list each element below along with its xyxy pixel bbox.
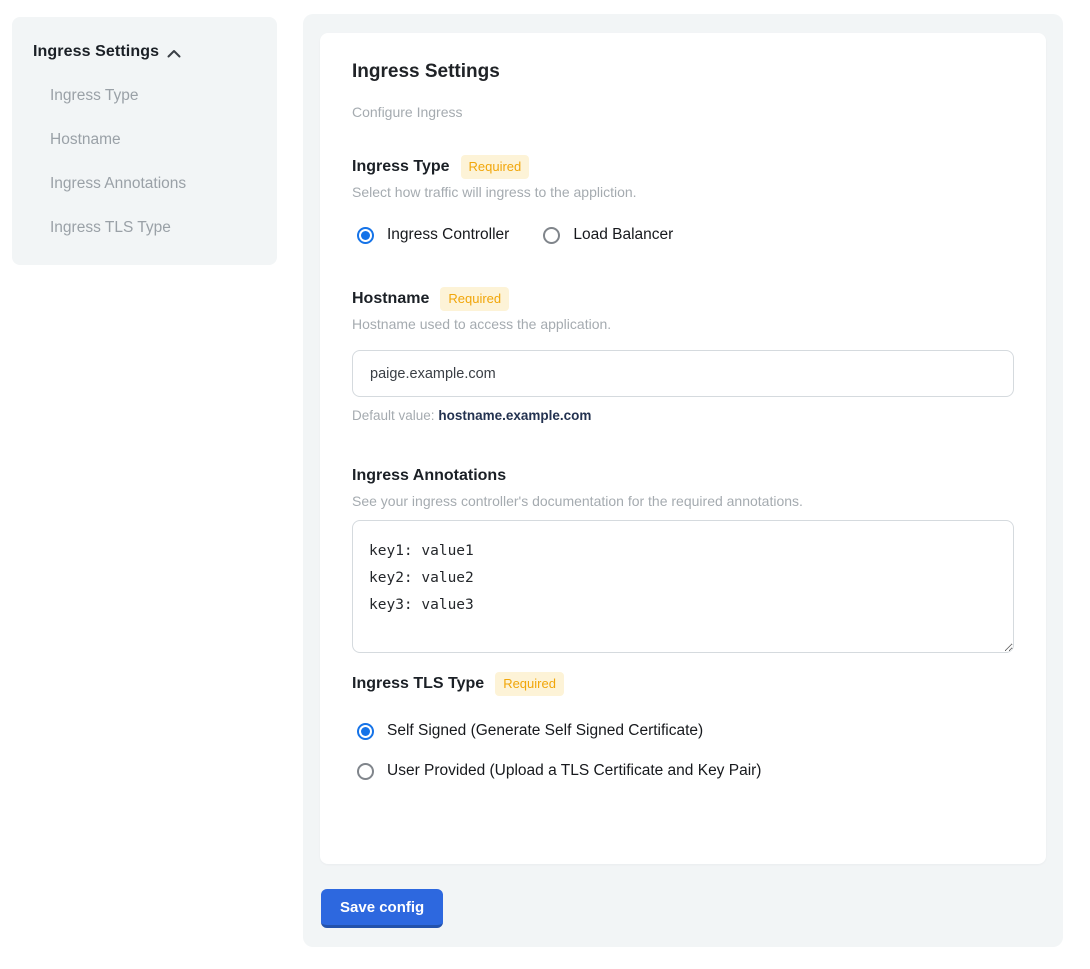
required-badge: Required <box>495 672 564 696</box>
ingress-settings-card: Ingress Settings Configure Ingress Ingre… <box>320 33 1046 864</box>
section-ingress-type: Ingress Type Required Select how traffic… <box>352 156 1014 244</box>
ingress-tls-type-radio-group: Self Signed (Generate Self Signed Certif… <box>352 722 1014 780</box>
settings-sidebar: Ingress Settings Ingress Type Hostname I… <box>12 17 277 265</box>
radio-load-balancer[interactable]: Load Balancer <box>543 226 673 244</box>
required-badge: Required <box>461 155 530 179</box>
radio-user-provided[interactable]: User Provided (Upload a TLS Certificate … <box>357 762 1014 780</box>
ingress-type-description: Select how traffic will ingress to the a… <box>352 182 1014 202</box>
chevron-up-icon[interactable] <box>167 49 181 58</box>
section-ingress-annotations: Ingress Annotations See your ingress con… <box>352 465 1014 653</box>
page-subtitle: Configure Ingress <box>352 102 1014 122</box>
sidebar-item-ingress-tls-type[interactable]: Ingress TLS Type <box>50 219 257 237</box>
ingress-type-radio-group: Ingress Controller Load Balancer <box>357 226 1014 244</box>
hostname-label: Hostname <box>352 290 429 308</box>
section-ingress-tls-type: Ingress TLS Type Required Self Signed (G… <box>352 673 1014 780</box>
ingress-tls-type-label: Ingress TLS Type <box>352 675 484 693</box>
sidebar-item-ingress-type[interactable]: Ingress Type <box>50 87 257 105</box>
page-title: Ingress Settings <box>352 60 1014 84</box>
hostname-description: Hostname used to access the application. <box>352 314 1014 334</box>
radio-icon <box>357 723 374 740</box>
ingress-type-label: Ingress Type <box>352 158 450 176</box>
ingress-annotations-textarea[interactable]: key1: value1 key2: value2 key3: value3 <box>352 520 1014 653</box>
ingress-settings-panel: Ingress Settings Configure Ingress Ingre… <box>303 14 1063 947</box>
sidebar-item-ingress-annotations[interactable]: Ingress Annotations <box>50 175 257 193</box>
ingress-annotations-description: See your ingress controller's documentat… <box>352 491 1014 511</box>
ingress-annotations-label: Ingress Annotations <box>352 467 506 485</box>
required-badge: Required <box>440 287 509 311</box>
radio-self-signed[interactable]: Self Signed (Generate Self Signed Certif… <box>357 722 1014 740</box>
sidebar-section-ingress-settings[interactable]: Ingress Settings <box>33 43 257 61</box>
sidebar-item-hostname[interactable]: Hostname <box>50 131 257 149</box>
hostname-default-value: Default value: hostname.example.com <box>352 408 1014 423</box>
hostname-default-value-text: hostname.example.com <box>438 408 591 423</box>
radio-icon <box>543 227 560 244</box>
section-hostname: Hostname Required Hostname used to acces… <box>352 288 1014 423</box>
sidebar-section-title: Ingress Settings <box>33 43 159 61</box>
radio-icon <box>357 763 374 780</box>
sidebar-nav: Ingress Type Hostname Ingress Annotation… <box>33 87 257 237</box>
save-config-button[interactable]: Save config <box>321 889 443 928</box>
radio-ingress-controller[interactable]: Ingress Controller <box>357 226 509 244</box>
hostname-input[interactable] <box>352 350 1014 397</box>
radio-icon <box>357 227 374 244</box>
